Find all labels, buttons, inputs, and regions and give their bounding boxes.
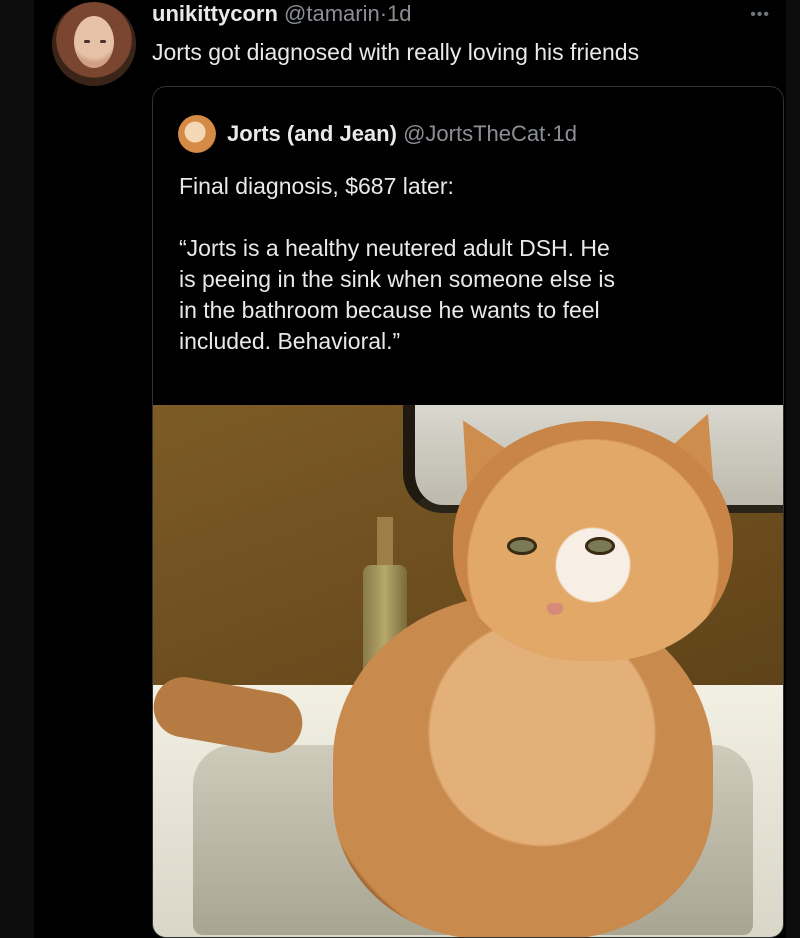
- right-edge-rail: [786, 0, 800, 938]
- author-username[interactable]: unikittycorn: [152, 1, 278, 26]
- attached-cat-photo[interactable]: [153, 405, 783, 937]
- time-separator: ·: [379, 1, 388, 26]
- quote-line: Final diagnosis, $687 later:: [179, 173, 454, 199]
- quoted-author-name[interactable]: Jorts (and Jean): [227, 121, 397, 146]
- left-sidebar-rail: [0, 0, 34, 938]
- quote-line: included. Behavioral.”: [179, 328, 401, 354]
- quoted-timestamp[interactable]: 1d: [553, 121, 577, 146]
- quote-line: is peeing in the sink when someone else …: [179, 266, 615, 292]
- quoted-tweet-header: Jorts (and Jean) @JortsTheCat·1d: [227, 117, 577, 151]
- quoted-tweet-card[interactable]: Jorts (and Jean) @JortsTheCat·1d Final d…: [152, 86, 784, 938]
- author-handle[interactable]: @tamarin: [284, 1, 380, 26]
- quoted-tweet-text: Final diagnosis, $687 later: “Jorts is a…: [179, 171, 759, 357]
- post-timestamp[interactable]: 1d: [387, 1, 411, 26]
- quote-line: in the bathroom because he wants to feel: [179, 297, 600, 323]
- quoted-time-separator: ·: [545, 121, 553, 146]
- author-avatar[interactable]: [52, 2, 136, 86]
- cat-eye-right: [585, 537, 615, 555]
- quoted-author-avatar[interactable]: [178, 115, 216, 153]
- avatar-face: [74, 16, 114, 68]
- soap-pump: [377, 517, 393, 569]
- avatar-eye: [100, 40, 106, 43]
- post-header: unikittycorn @tamarin·1d: [152, 0, 412, 28]
- cat-nose: [547, 603, 563, 615]
- cat-eye-left: [507, 537, 537, 555]
- more-options-icon[interactable]: •••: [750, 6, 770, 24]
- avatar-eye: [84, 40, 90, 43]
- quoted-author-handle[interactable]: @JortsTheCat: [403, 121, 545, 146]
- quote-line: “Jorts is a healthy neutered adult DSH. …: [179, 235, 610, 261]
- post-text: Jorts got diagnosed with really loving h…: [152, 39, 640, 65]
